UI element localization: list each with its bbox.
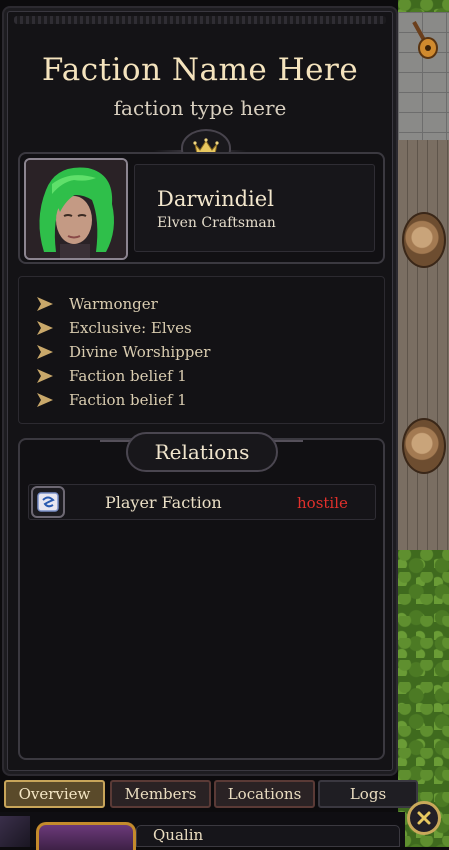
faction-name: Faction Name Here [41, 52, 359, 88]
panel-drag-bar[interactable] [14, 16, 386, 24]
close-button[interactable] [407, 801, 441, 835]
faction-emblem-icon-glyph [37, 492, 59, 512]
list-item: Warmonger [37, 292, 158, 316]
list-item: Faction belief 1 [37, 364, 187, 388]
character-name[interactable]: Qualin [136, 825, 400, 847]
belief-label: Faction belief 1 [69, 367, 187, 385]
belief-label: Divine Worshipper [69, 343, 211, 361]
tab-locations[interactable]: Locations [214, 780, 315, 808]
table-row[interactable]: Player Faction hostile [28, 484, 376, 520]
triangle-arrow-icon [37, 321, 53, 335]
beliefs-list: Warmonger Exclusive: Elves Divine Worshi… [18, 276, 385, 424]
belief-label: Faction belief 1 [69, 391, 187, 409]
list-item: Faction belief 1 [37, 388, 187, 412]
stool-icon [402, 212, 446, 268]
hud-corner [0, 816, 30, 847]
leader-portrait-image [26, 160, 126, 258]
lute-icon[interactable] [408, 18, 438, 60]
faction-type: faction type here [113, 96, 287, 120]
heraldry-shield[interactable] [36, 822, 136, 850]
list-item: Exclusive: Elves [37, 316, 192, 340]
tab-overview[interactable]: Overview [4, 780, 105, 808]
list-item: Divine Worshipper [37, 340, 210, 364]
tab-members[interactable]: Members [110, 780, 211, 808]
leader-portrait[interactable] [24, 158, 128, 260]
close-icon [417, 811, 431, 825]
leader-card[interactable]: Darwindiel Elven Craftsman [18, 152, 385, 264]
stool-icon [402, 418, 446, 474]
belief-label: Warmonger [69, 295, 158, 313]
relations-header: Relations [126, 432, 278, 472]
relations-section: Relations Player Faction hostile [18, 432, 385, 760]
relation-status: hostile [297, 494, 348, 512]
game-world-view[interactable] [398, 0, 449, 847]
triangle-arrow-icon [37, 297, 53, 311]
leader-name: Darwindiel [157, 187, 274, 211]
leader-info: Darwindiel Elven Craftsman [134, 164, 375, 252]
belief-label: Exclusive: Elves [69, 319, 192, 337]
grass-tile [398, 0, 449, 12]
triangle-arrow-icon [37, 369, 53, 383]
tab-logs[interactable]: Logs [318, 780, 418, 808]
wooden-floor [398, 140, 449, 550]
tab-bar: Overview Members Locations Logs [4, 780, 418, 808]
leader-title: Elven Craftsman [157, 215, 276, 231]
faction-emblem-icon[interactable] [31, 486, 65, 518]
relation-faction-name: Player Faction [105, 493, 222, 512]
triangle-arrow-icon [37, 393, 53, 407]
bottom-hud: Qualin [0, 812, 405, 850]
triangle-arrow-icon [37, 345, 53, 359]
